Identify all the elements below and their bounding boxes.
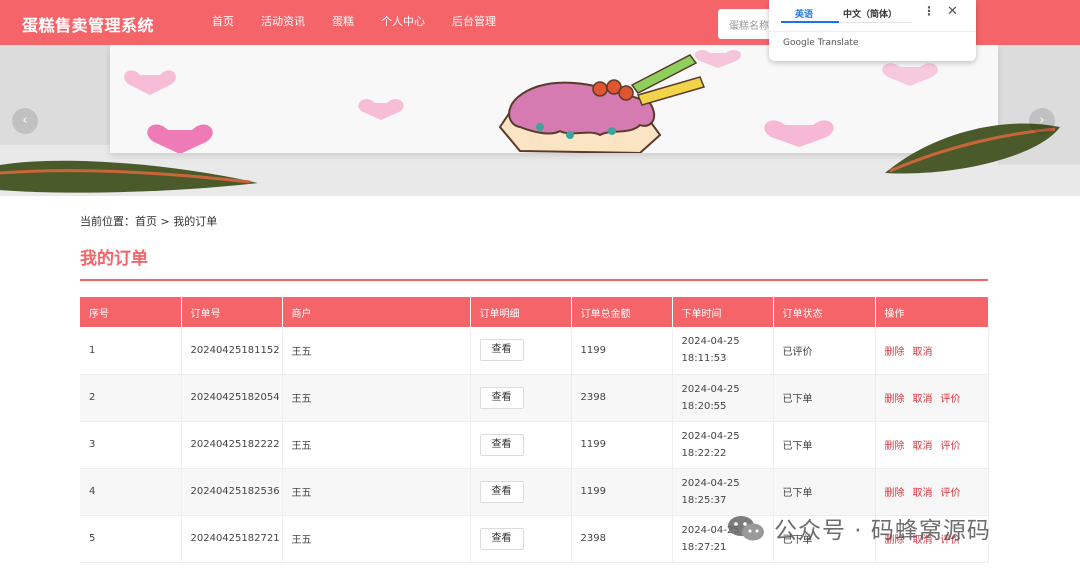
- cell-time: 2024-04-25 18:11:53: [672, 327, 774, 375]
- breadcrumb[interactable]: 当前位置：首页 > 我的订单: [80, 213, 217, 229]
- cell-status: 已下单: [773, 374, 876, 422]
- cell-time: 2024-04-25 18:25:37: [672, 468, 774, 516]
- cell-order-no: 20240425182536: [181, 468, 283, 516]
- column-header-actions: 操作: [875, 297, 989, 327]
- cell-merchant: 王五: [282, 327, 471, 375]
- tab-divider: [839, 22, 911, 23]
- column-header-details: 订单明细: [470, 297, 572, 327]
- column-header-order-no: 订单号: [181, 297, 283, 327]
- delete-link[interactable]: 删除: [885, 441, 905, 452]
- review-link[interactable]: 评价: [941, 488, 961, 499]
- google-translate-logo: Google Translate: [783, 38, 859, 48]
- nav-item-home[interactable]: 首页: [200, 0, 246, 45]
- view-details-button[interactable]: 查看: [479, 386, 524, 409]
- cell-status: 已评价: [773, 327, 876, 375]
- delete-link[interactable]: 删除: [885, 347, 905, 358]
- cell-order-no: 20240425182054: [181, 374, 283, 422]
- table-row: 2 20240425182054 王五 查看 2398 2024-04-25 1…: [80, 374, 989, 422]
- cell-time: 2024-04-25 18:20:55: [672, 374, 774, 422]
- page-title: 我的订单: [80, 249, 148, 269]
- cell-actions: 删除 取消: [875, 327, 989, 375]
- column-header-index: 序号: [80, 297, 182, 327]
- column-header-time: 下单时间: [672, 297, 774, 327]
- cell-details: 查看: [470, 515, 572, 563]
- watermark-text: 公众号 · 码蜂窝源码: [774, 518, 991, 544]
- view-details-button[interactable]: 查看: [479, 527, 524, 550]
- watermark: 公众号 · 码蜂窝源码: [726, 511, 991, 545]
- cell-total: 1199: [571, 421, 673, 469]
- nav-item-news[interactable]: 活动资讯: [249, 0, 317, 45]
- table-row: 3 20240425182222 王五 查看 1199 2024-04-25 1…: [80, 421, 989, 469]
- cell-index: 5: [80, 515, 182, 563]
- cell-total: 1199: [571, 468, 673, 516]
- cell-details: 查看: [470, 327, 572, 375]
- close-icon[interactable]: ✕: [947, 4, 958, 19]
- column-header-status: 订单状态: [773, 297, 876, 327]
- translate-popup: 英语 中文（简体） ⋮ ✕ Google Translate: [769, 0, 976, 61]
- view-details-button[interactable]: 查看: [479, 433, 524, 456]
- cell-merchant: 王五: [282, 515, 471, 563]
- delete-link[interactable]: 删除: [885, 394, 905, 405]
- main-nav: 首页 活动资讯 蛋糕 个人中心 后台管理: [200, 0, 511, 45]
- cell-merchant: 王五: [282, 374, 471, 422]
- banner-carousel: ‹ ›: [0, 45, 1080, 196]
- cell-merchant: 王五: [282, 468, 471, 516]
- cell-time: 2024-04-25 18:22:22: [672, 421, 774, 469]
- cell-details: 查看: [470, 468, 572, 516]
- title-divider: [80, 279, 988, 281]
- cell-status: 已下单: [773, 468, 876, 516]
- cancel-link[interactable]: 取消: [913, 488, 933, 499]
- leaf-decoration: [0, 123, 1060, 193]
- delete-link[interactable]: 删除: [885, 488, 905, 499]
- review-link[interactable]: 评价: [941, 394, 961, 405]
- nav-item-cake[interactable]: 蛋糕: [320, 0, 366, 45]
- column-header-merchant: 商户: [282, 297, 471, 327]
- view-details-button[interactable]: 查看: [479, 339, 524, 362]
- cell-details: 查看: [470, 421, 572, 469]
- cancel-link[interactable]: 取消: [913, 347, 933, 358]
- carousel-next-button[interactable]: ›: [1029, 108, 1055, 134]
- active-tab-indicator: [781, 21, 839, 23]
- cell-index: 4: [80, 468, 182, 516]
- cell-details: 查看: [470, 374, 572, 422]
- cell-index: 3: [80, 421, 182, 469]
- translate-tab-target[interactable]: 中文（简体）: [843, 7, 897, 20]
- cell-index: 2: [80, 374, 182, 422]
- cell-actions: 删除 取消 评价: [875, 421, 989, 469]
- review-link[interactable]: 评价: [941, 441, 961, 452]
- translate-divider: [769, 31, 976, 32]
- cell-actions: 删除 取消 评价: [875, 374, 989, 422]
- column-header-total: 订单总金额: [571, 297, 673, 327]
- site-title[interactable]: 蛋糕售卖管理系统: [22, 12, 154, 36]
- translate-tab-source[interactable]: 英语: [795, 7, 813, 20]
- cell-order-no: 20240425182721: [181, 515, 283, 563]
- view-details-button[interactable]: 查看: [479, 480, 524, 503]
- cell-order-no: 20240425182222: [181, 421, 283, 469]
- table-row: 4 20240425182536 王五 查看 1199 2024-04-25 1…: [80, 468, 989, 516]
- cell-index: 1: [80, 327, 182, 375]
- cancel-link[interactable]: 取消: [913, 394, 933, 405]
- cell-status: 已下单: [773, 421, 876, 469]
- cancel-link[interactable]: 取消: [913, 441, 933, 452]
- table-header-row: 序号 订单号 商户 订单明细 订单总金额 下单时间 订单状态 操作: [80, 297, 989, 327]
- cell-order-no: 20240425181152: [181, 327, 283, 375]
- cell-total: 1199: [571, 327, 673, 375]
- cell-merchant: 王五: [282, 421, 471, 469]
- more-options-icon[interactable]: ⋮: [923, 4, 935, 18]
- nav-item-admin[interactable]: 后台管理: [440, 0, 508, 45]
- cell-total: 2398: [571, 515, 673, 563]
- wechat-icon: [728, 516, 764, 541]
- cell-total: 2398: [571, 374, 673, 422]
- nav-item-profile[interactable]: 个人中心: [369, 0, 437, 45]
- table-row: 1 20240425181152 王五 查看 1199 2024-04-25 1…: [80, 327, 989, 375]
- cell-actions: 删除 取消 评价: [875, 468, 989, 516]
- carousel-prev-button[interactable]: ‹: [12, 108, 38, 134]
